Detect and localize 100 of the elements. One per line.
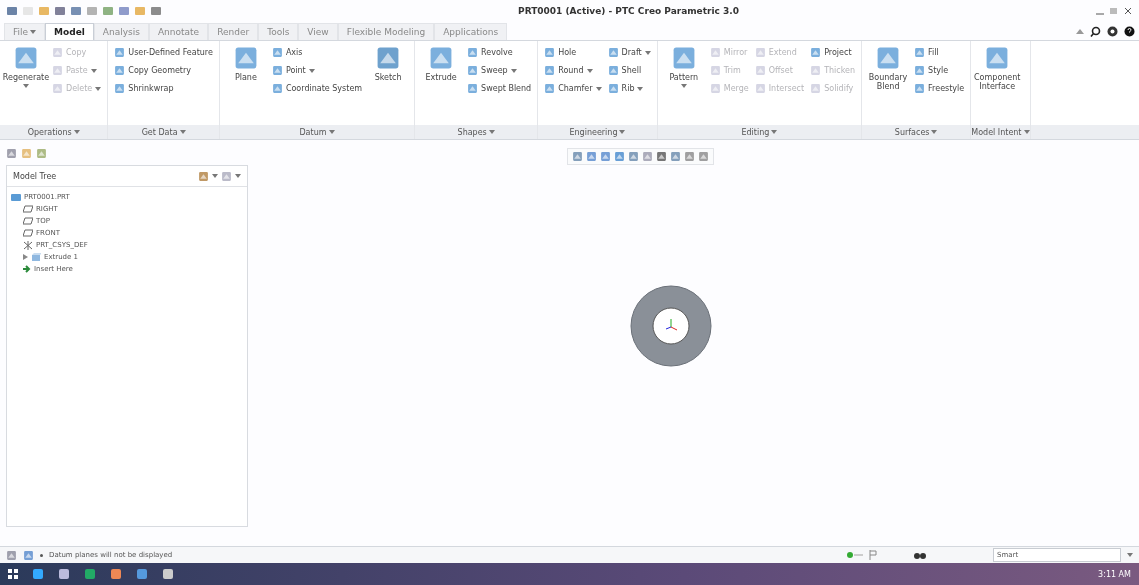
ribbon-button[interactable]: Boundary Blend	[868, 45, 909, 91]
tool-icon	[586, 151, 597, 162]
tool-icon	[52, 65, 63, 76]
tool-icon	[914, 65, 926, 76]
ribbon-button[interactable]: Point	[271, 65, 363, 76]
group-label[interactable]: Datum	[219, 125, 415, 139]
tool-icon	[467, 47, 479, 58]
tool-icon	[52, 83, 63, 94]
ribbon-button[interactable]: Shrinkwrap	[114, 83, 213, 94]
taskbar-app-icon[interactable]	[84, 568, 96, 580]
caret-icon	[488, 130, 495, 134]
tool-icon	[614, 151, 625, 162]
toolbar-icon[interactable]	[70, 5, 82, 17]
ribbon-button[interactable]: Sketch	[368, 45, 409, 82]
taskbar-app-icon[interactable]	[162, 568, 174, 580]
group-label[interactable]: Model Intent	[971, 125, 1030, 139]
ribbon-button[interactable]: Revolve	[467, 47, 532, 58]
binoculars-icon[interactable]	[913, 550, 927, 560]
tool-icon	[221, 170, 232, 182]
taskbar-app-icon[interactable]	[110, 568, 122, 580]
ribbon-button[interactable]: Copy Geometry	[114, 65, 213, 76]
tool-icon	[114, 65, 126, 76]
tool-icon	[709, 47, 721, 58]
tool-icon	[467, 65, 479, 76]
ribbon-tab[interactable]: Model	[45, 23, 94, 40]
tool-icon	[684, 151, 695, 162]
arrow-icon	[23, 265, 31, 273]
start-icon[interactable]	[8, 569, 18, 579]
caret-icon	[771, 130, 778, 134]
clock: 3:11 AM	[1098, 569, 1131, 579]
tool-icon	[656, 151, 667, 162]
caret-icon	[328, 130, 335, 134]
ribbon-button[interactable]: Shell	[607, 65, 651, 76]
tool-icon	[642, 151, 653, 162]
ribbon-button[interactable]: Axis	[271, 47, 363, 58]
ribbon-button[interactable]: Extrude	[421, 45, 462, 82]
toolbar-icon[interactable]	[6, 5, 18, 17]
tool-icon	[271, 47, 283, 58]
bullet-icon	[40, 553, 43, 557]
tool-icon	[810, 83, 822, 94]
ribbon-button[interactable]: Pattern	[663, 45, 704, 88]
tool-icon	[709, 83, 721, 94]
tool-icon	[21, 148, 32, 159]
search-icon[interactable]	[1090, 25, 1101, 37]
restore-icon[interactable]	[1109, 6, 1119, 16]
group-label[interactable]: Engineering	[538, 125, 657, 139]
ribbon-button[interactable]: Round	[544, 65, 602, 76]
ribbon-button[interactable]: Draft	[607, 47, 651, 58]
group-label[interactable]: Get Data	[108, 125, 219, 139]
caret-icon	[931, 130, 938, 134]
caret-icon	[619, 130, 626, 134]
ribbon-button[interactable]: Sweep	[467, 65, 532, 76]
tool-icon	[114, 47, 126, 58]
toolbar-icon[interactable]	[86, 5, 98, 17]
tool-icon	[600, 151, 611, 162]
status-light-icon	[847, 552, 863, 558]
tool-icon	[544, 83, 556, 94]
tool-icon	[607, 83, 619, 94]
help-icon[interactable]	[1124, 25, 1135, 37]
ribbon-button[interactable]: Style	[914, 65, 965, 76]
tool-icon	[607, 47, 619, 58]
tool-icon	[36, 148, 47, 159]
tool-icon	[754, 65, 766, 76]
group-label[interactable]: Operations	[0, 125, 108, 139]
toolbar-icon[interactable]	[54, 5, 66, 17]
caret-icon	[1023, 130, 1030, 134]
ribbon-button[interactable]: Freestyle	[914, 83, 965, 94]
tool-icon	[114, 83, 126, 94]
ribbon-button[interactable]: Coordinate System	[271, 83, 363, 94]
caret-icon	[73, 130, 80, 134]
toolbar-icon[interactable]	[150, 5, 162, 17]
ribbon-button[interactable]: Chamfer	[544, 83, 602, 94]
ribbon-button[interactable]: Plane	[225, 45, 266, 82]
caret-icon	[212, 174, 218, 178]
tool-icon	[52, 47, 63, 58]
flag-icon[interactable]	[869, 550, 877, 560]
coordinate-system-icon	[23, 240, 33, 250]
tool-icon	[914, 47, 926, 58]
taskbar-app-icon[interactable]	[32, 568, 44, 580]
taskbar-app-icon[interactable]	[58, 568, 70, 580]
tool-icon	[13, 45, 39, 71]
close-icon[interactable]	[1123, 6, 1133, 16]
expand-arrow-icon[interactable]	[23, 254, 28, 260]
ribbon-button[interactable]: Hole	[544, 47, 602, 58]
ribbon-button[interactable]: Swept Blend	[467, 83, 532, 94]
taskbar-app-icon[interactable]	[136, 568, 148, 580]
ribbon-button[interactable]: Project	[810, 47, 856, 58]
caret-icon	[179, 130, 186, 134]
ribbon-button[interactable]: User-Defined Feature	[114, 47, 213, 58]
settings-icon[interactable]	[1107, 25, 1118, 37]
tool-icon	[709, 65, 721, 76]
toolbar-icon[interactable]	[102, 5, 114, 17]
toolbar-icon[interactable]	[118, 5, 130, 17]
ribbon-button[interactable]: Rib	[607, 83, 651, 94]
group-label[interactable]: Shapes	[415, 125, 538, 139]
tool-icon	[754, 83, 766, 94]
collapse-icon[interactable]	[1076, 28, 1084, 34]
group-label[interactable]: Editing	[657, 125, 862, 139]
group-label[interactable]: Surfaces	[862, 125, 971, 139]
ribbon-button[interactable]: Fill	[914, 47, 965, 58]
